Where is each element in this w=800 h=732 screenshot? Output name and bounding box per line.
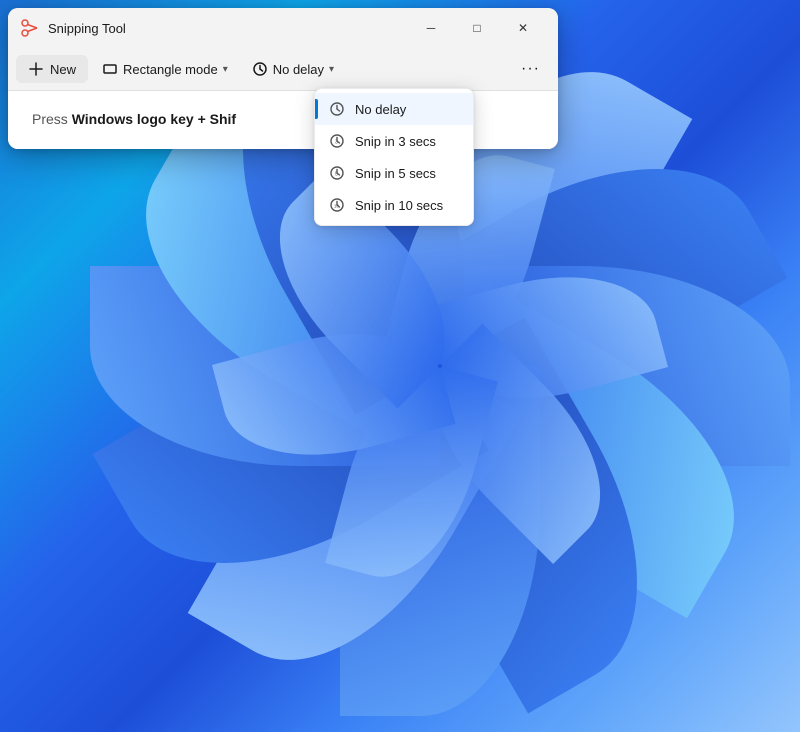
delay-dropdown-button[interactable]: No delay ▾ (242, 55, 344, 83)
menu-item-snip-10[interactable]: 10 Snip in 10 secs (315, 189, 473, 221)
no-delay-label: No delay (355, 102, 406, 117)
mode-chevron-icon: ▾ (223, 64, 228, 75)
snip-10-label: Snip in 10 secs (355, 198, 443, 213)
selected-indicator (315, 99, 318, 119)
hint-text: Press Windows logo key + Shif (32, 111, 236, 127)
rectangle-icon (102, 61, 118, 77)
mode-label: Rectangle mode (123, 62, 218, 77)
menu-item-snip-5[interactable]: 5 Snip in 5 secs (315, 157, 473, 189)
window-controls: ─ □ ✕ (408, 12, 546, 44)
svg-text:5: 5 (335, 172, 338, 178)
snipping-tool-window: Snipping Tool ─ □ ✕ New Rectangle mode ▾ (8, 8, 558, 149)
minimize-button[interactable]: ─ (408, 12, 454, 44)
content-area: Press Windows logo key + Shif (8, 91, 558, 149)
mode-dropdown-button[interactable]: Rectangle mode ▾ (92, 55, 238, 83)
delay-chevron-icon: ▾ (329, 64, 334, 75)
svg-text:10: 10 (334, 204, 340, 209)
delay-dropdown-menu: No delay 3 Snip in 3 secs 5 Snip in 5 se… (314, 88, 474, 226)
app-icon (20, 18, 40, 38)
snip-3-label: Snip in 3 secs (355, 134, 436, 149)
plus-icon (28, 61, 44, 77)
window-title: Snipping Tool (48, 21, 126, 36)
title-left: Snipping Tool (20, 18, 126, 38)
clock-icon-3sec: 3 (329, 133, 345, 149)
more-options-button[interactable]: ··· (511, 54, 550, 84)
menu-item-no-delay[interactable]: No delay (315, 93, 473, 125)
delay-label: No delay (273, 62, 324, 77)
more-label: ··· (521, 60, 540, 77)
clock-icon-no-delay (329, 101, 345, 117)
clock-icon (252, 61, 268, 77)
menu-item-snip-3[interactable]: 3 Snip in 3 secs (315, 125, 473, 157)
clock-icon-10sec: 10 (329, 197, 345, 213)
toolbar: New Rectangle mode ▾ No delay ▾ ··· (8, 48, 558, 91)
title-bar: Snipping Tool ─ □ ✕ (8, 8, 558, 48)
new-label: New (50, 62, 76, 77)
new-button[interactable]: New (16, 55, 88, 83)
clock-icon-5sec: 5 (329, 165, 345, 181)
svg-text:3: 3 (335, 140, 338, 146)
snip-5-label: Snip in 5 secs (355, 166, 436, 181)
close-button[interactable]: ✕ (500, 12, 546, 44)
maximize-button[interactable]: □ (454, 12, 500, 44)
